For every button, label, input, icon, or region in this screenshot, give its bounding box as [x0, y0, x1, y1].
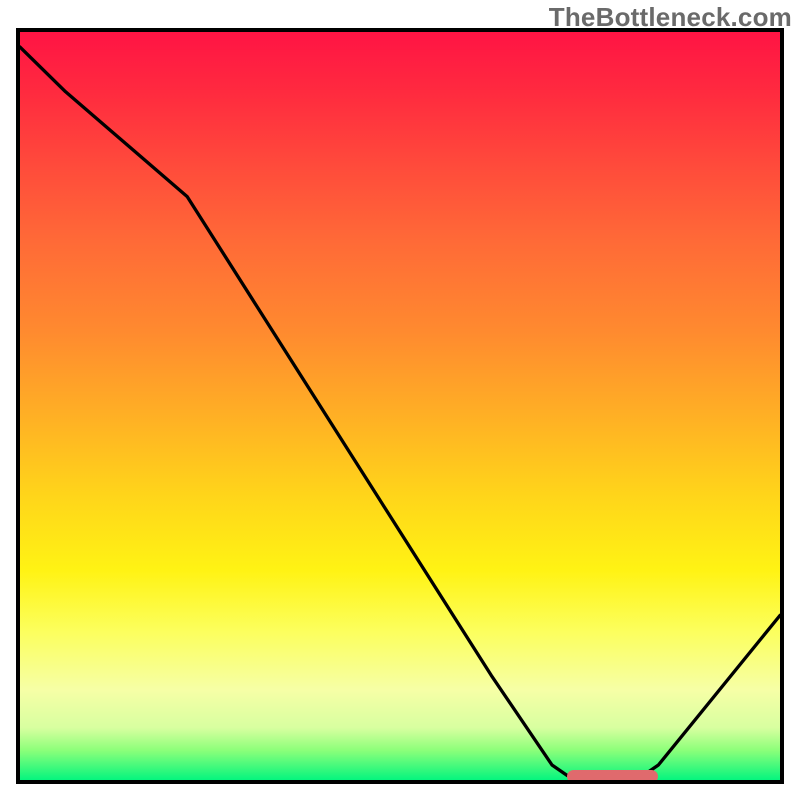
watermark-text: TheBottleneck.com [549, 2, 792, 33]
optimal-range-marker [567, 770, 658, 781]
plot-border [16, 28, 784, 784]
chart-frame: TheBottleneck.com [0, 0, 800, 800]
curve-path [20, 47, 780, 776]
plot-inner [20, 32, 780, 780]
bottleneck-curve [20, 32, 780, 780]
